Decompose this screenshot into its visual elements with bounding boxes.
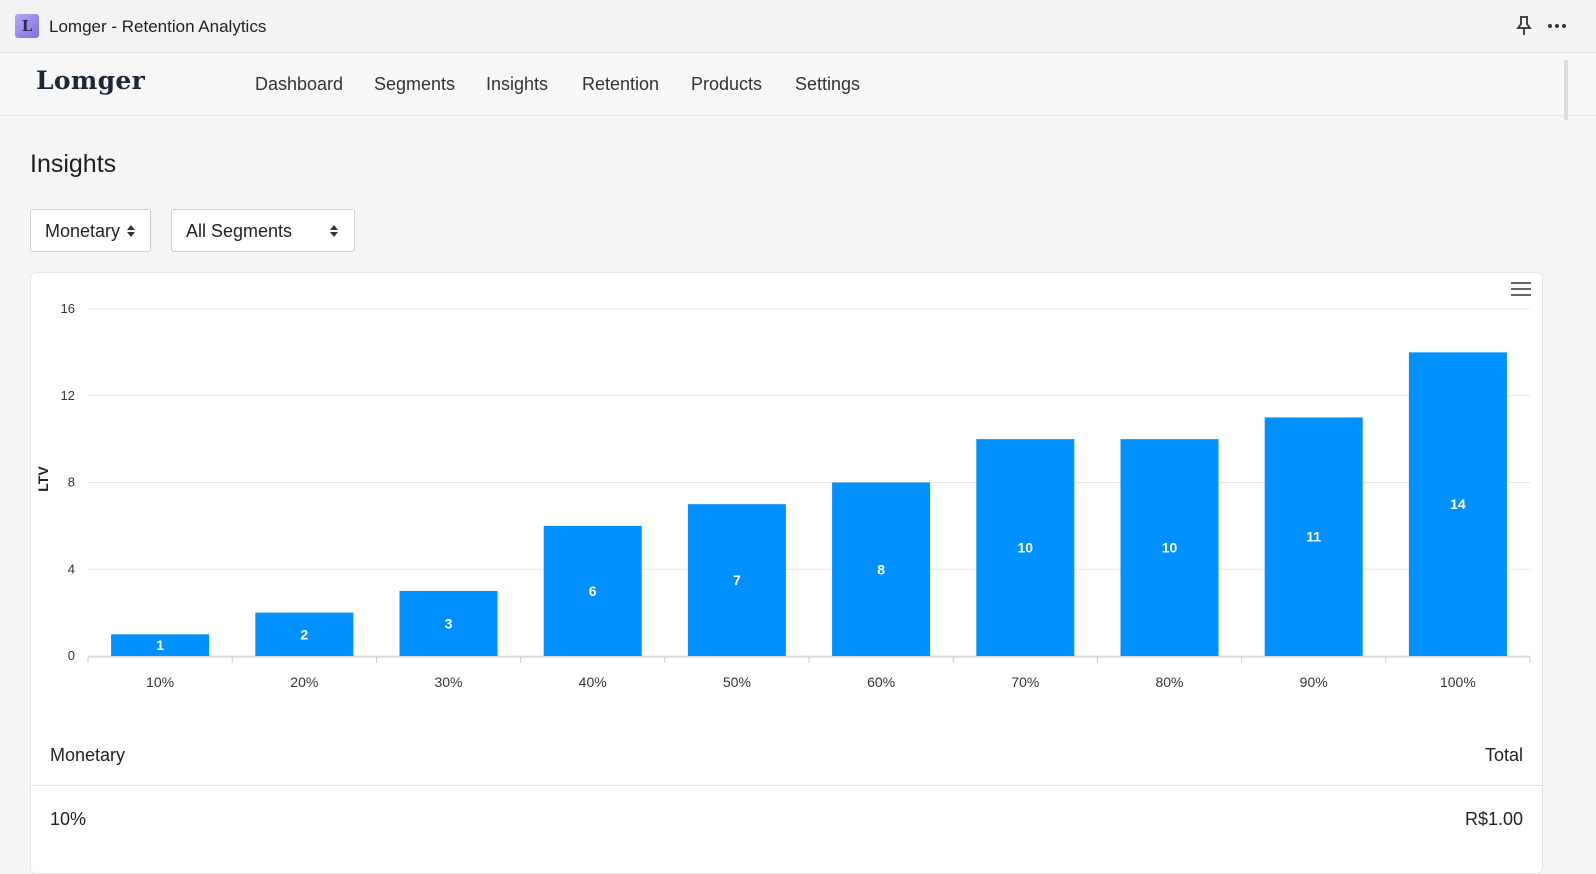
updown-arrows-icon	[330, 225, 338, 237]
bar-data-label: 1	[156, 637, 164, 653]
x-tick-label: 100%	[1440, 674, 1476, 690]
page-title: Insights	[30, 150, 117, 178]
y-axis-ticks: 0 4 8 12 16	[61, 301, 75, 663]
pin-icon[interactable]	[1514, 15, 1534, 37]
metric-select-value: Monetary	[45, 221, 121, 241]
nav-item-segments[interactable]: Segments	[374, 74, 455, 95]
bar-data-label: 6	[589, 583, 597, 599]
nav-item-dashboard[interactable]: Dashboard	[255, 74, 343, 95]
y-tick-label: 16	[61, 301, 75, 316]
nav-item-settings[interactable]: Settings	[795, 74, 860, 95]
nav-item-products[interactable]: Products	[691, 74, 762, 95]
segment-select[interactable]: All Segments	[171, 209, 355, 252]
chart-bars: 1 2 3 6 7 8 10 10 11 14	[111, 352, 1507, 656]
y-tick-label: 4	[68, 561, 75, 576]
top-navbar: Lomger Dashboard Segments Insights Reten…	[0, 53, 1596, 116]
metric-select[interactable]: Monetary	[30, 209, 151, 252]
bar-data-label: 3	[445, 615, 453, 631]
nav-item-insights[interactable]: Insights	[486, 74, 548, 95]
window-title: Lomger - Retention Analytics	[49, 17, 267, 36]
x-tick-label: 20%	[290, 674, 318, 690]
window-titlebar: L Lomger - Retention Analytics	[0, 0, 1596, 53]
y-axis-label: LTV	[35, 466, 51, 492]
table-cell-total: R$1.00	[1464, 809, 1523, 829]
x-tick-label: 40%	[579, 674, 607, 690]
nav-item-retention[interactable]: Retention	[582, 74, 659, 95]
y-tick-label: 8	[68, 475, 75, 490]
x-tick-label: 70%	[1011, 674, 1039, 690]
bar-data-label: 11	[1306, 529, 1321, 545]
segment-select-value: All Segments	[186, 221, 293, 241]
bar-data-label: 7	[733, 572, 741, 588]
bar-data-label: 10	[1162, 540, 1178, 556]
bar-data-label: 10	[1018, 540, 1034, 556]
scrollbar[interactable]	[1564, 60, 1568, 120]
x-tick-label: 80%	[1155, 674, 1183, 690]
table-header-monetary[interactable]: Monetary	[50, 745, 125, 766]
more-options-icon[interactable]	[1546, 16, 1572, 36]
x-axis: 10% 20% 30% 40% 50% 60% 70% 80% 90% 100%	[87, 656, 1531, 690]
x-tick-label: 60%	[867, 674, 895, 690]
table-header-total[interactable]: Total	[1485, 745, 1523, 766]
table-cell-bucket: 10%	[50, 809, 87, 829]
app-icon: L	[15, 14, 39, 38]
updown-arrows-icon	[127, 225, 135, 237]
bar-data-label: 8	[877, 561, 885, 577]
bar-data-label: 2	[300, 626, 308, 642]
table-header: Monetary Total	[31, 743, 1542, 786]
x-tick-label: 10%	[146, 674, 174, 690]
x-tick-label: 30%	[434, 674, 462, 690]
x-tick-label: 90%	[1300, 674, 1328, 690]
x-tick-label: 50%	[723, 674, 751, 690]
insights-card: 0 4 8 12 16 LTV 1 2 3 6 7 8 10 10 11 14 10% 20% 30% 40% 5…	[30, 272, 1543, 874]
ltv-bar-chart: 0481216 LTV 12367810 101114 10% 20% 30% 40% 5…	[35, 301, 1531, 690]
y-tick-label: 0	[68, 648, 75, 663]
table-row: 10% R$1.00	[31, 806, 1542, 846]
bar-data-label: 14	[1450, 496, 1466, 512]
brand-logo[interactable]: Lomger	[36, 66, 145, 95]
y-tick-label: 12	[61, 388, 75, 403]
